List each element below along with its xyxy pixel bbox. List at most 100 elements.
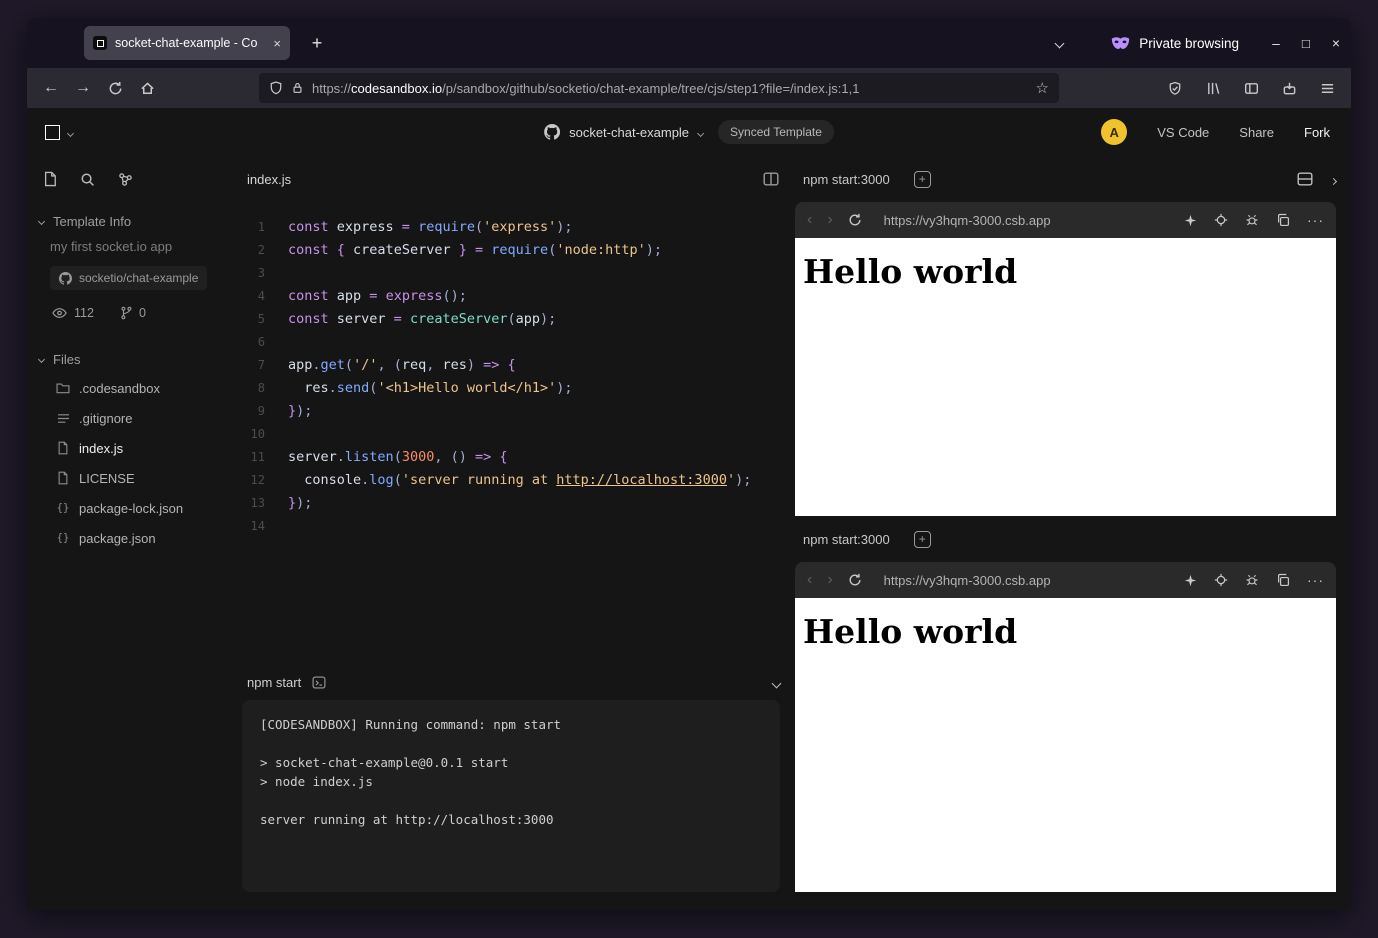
workspace-header: socket-chat-example Synced Template A VS… (27, 108, 1351, 156)
editor-tab-indexjs[interactable]: index.js (247, 172, 291, 187)
more-options-icon[interactable]: ··· (1307, 572, 1324, 588)
file-item-package[interactable]: {} package.json (27, 523, 240, 553)
home-button[interactable] (131, 74, 163, 102)
preview-content[interactable]: Hello world (795, 598, 1336, 892)
terminal-collapse-chevron-icon[interactable] (773, 675, 780, 690)
github-icon (544, 124, 560, 140)
project-name[interactable]: socket-chat-example (569, 125, 689, 140)
file-item-gitignore[interactable]: .gitignore (27, 403, 240, 433)
code-editor[interactable]: 1const express = require('express');2con… (240, 202, 795, 664)
preview-tab-label[interactable]: npm start:3000 (803, 532, 890, 547)
terminal-section: npm start [CODESANDBOX] Running command:… (242, 664, 780, 892)
url-path: /p/sandbox/github/socketio/chat-example/… (442, 81, 859, 96)
lock-icon[interactable] (291, 81, 304, 95)
list-tabs-chevron-icon[interactable] (1056, 34, 1063, 52)
maximize-button[interactable]: □ (1291, 36, 1321, 51)
code-line[interactable]: 7app.get('/', (req, res) => { (240, 354, 795, 377)
preview-reload-icon[interactable] (848, 213, 862, 227)
tracking-shield-icon[interactable] (269, 81, 283, 95)
preview-reload-icon[interactable] (848, 573, 862, 587)
code-line[interactable]: 11server.listen(3000, () => { (240, 446, 795, 469)
code-line[interactable]: 14 (240, 515, 795, 538)
file-item-codesandbox[interactable]: .codesandbox (27, 373, 240, 403)
file-name: .codesandbox (79, 381, 160, 396)
more-options-icon[interactable]: ··· (1307, 212, 1324, 228)
code-line[interactable]: 4const app = express(); (240, 285, 795, 308)
project-chevron-icon[interactable] (698, 123, 703, 141)
terminal-header[interactable]: npm start (242, 664, 780, 700)
preview-tab-label[interactable]: npm start:3000 (803, 172, 890, 187)
close-window-button[interactable]: × (1321, 36, 1351, 51)
code-line[interactable]: 1const express = require('express'); (240, 216, 795, 239)
browser-tab[interactable]: socket-chat-example - Co × (84, 26, 290, 60)
back-button[interactable]: ← (35, 74, 67, 102)
files-panel-icon[interactable] (43, 171, 57, 187)
file-item-package-lock[interactable]: {} package-lock.json (27, 493, 240, 523)
csb-menu-button[interactable] (45, 123, 73, 141)
code-line[interactable]: 10 (240, 423, 795, 446)
share-button[interactable]: Share (1239, 125, 1274, 140)
new-tab-button[interactable]: + (304, 33, 330, 54)
template-info-header[interactable]: Template Info (27, 208, 240, 235)
duplicate-icon[interactable] (1276, 213, 1290, 227)
preview-back-icon[interactable]: ‹ (807, 571, 812, 589)
inspect-sparkle-icon[interactable] (1184, 214, 1197, 227)
file-item-indexjs[interactable]: index.js (27, 433, 240, 463)
bug-icon[interactable] (1245, 573, 1259, 587)
add-task-icon[interactable]: + (914, 171, 931, 188)
crosshair-icon[interactable] (1214, 573, 1228, 587)
crosshair-icon[interactable] (1214, 213, 1228, 227)
editor-panel: index.js 1const express = require('expre… (240, 156, 795, 910)
preview-back-icon[interactable]: ‹ (807, 211, 812, 229)
add-task-icon[interactable]: + (914, 531, 931, 548)
search-icon[interactable] (80, 172, 95, 187)
bug-icon[interactable] (1245, 213, 1259, 227)
expand-panel-icon[interactable] (1331, 172, 1336, 187)
sidebar-toggle-icon[interactable] (1235, 74, 1267, 102)
library-icon[interactable] (1197, 74, 1229, 102)
workspace-chevron-icon (68, 123, 73, 141)
file-item-license[interactable]: LICENSE (27, 463, 240, 493)
protections-icon[interactable] (1159, 74, 1191, 102)
terminal-output[interactable]: [CODESANDBOX] Running command: npm start… (242, 700, 780, 892)
files-label: Files (53, 352, 80, 367)
save-page-icon[interactable] (1273, 74, 1305, 102)
code-line[interactable]: 13}); (240, 492, 795, 515)
split-editor-icon[interactable] (763, 172, 779, 186)
fork-button[interactable]: Fork (1304, 125, 1330, 140)
tab-close-icon[interactable]: × (273, 36, 281, 51)
vscode-button[interactable]: VS Code (1157, 125, 1209, 140)
codesandbox-logo (45, 125, 60, 140)
line-number: 10 (240, 423, 265, 446)
url-bar[interactable]: https://codesandbox.io/p/sandbox/github/… (259, 73, 1059, 103)
layout-icon[interactable] (1297, 172, 1313, 186)
code-line[interactable]: 12 console.log('server running at http:/… (240, 469, 795, 492)
minimize-button[interactable]: – (1261, 36, 1291, 51)
inspect-sparkle-icon[interactable] (1184, 574, 1197, 587)
code-line[interactable]: 5const server = createServer(app); (240, 308, 795, 331)
code-line[interactable]: 8 res.send('<h1>Hello world</h1>'); (240, 377, 795, 400)
hello-world-heading: Hello world (803, 252, 1336, 291)
preview-url[interactable]: https://vy3hqm-3000.csb.app (884, 573, 1051, 588)
code-line[interactable]: 2const { createServer } = require('node:… (240, 239, 795, 262)
github-repo-badge[interactable]: socketio/chat-example (50, 266, 207, 290)
preview-forward-icon[interactable]: › (827, 211, 832, 229)
preview-url[interactable]: https://vy3hqm-3000.csb.app (884, 213, 1051, 228)
line-number: 4 (240, 285, 265, 308)
menu-icon[interactable] (1311, 74, 1343, 102)
preview-forward-icon[interactable]: › (827, 571, 832, 589)
forward-button[interactable]: → (67, 74, 99, 102)
code-line[interactable]: 9}); (240, 400, 795, 423)
reload-button[interactable] (99, 74, 131, 102)
code-line[interactable]: 3 (240, 262, 795, 285)
preview-tab-row-2: npm start:3000 + (795, 516, 1336, 562)
devtools-icon[interactable] (118, 172, 133, 187)
terminal-line (260, 734, 762, 753)
terminal-line: > socket-chat-example@0.0.1 start (260, 753, 762, 772)
avatar[interactable]: A (1101, 119, 1127, 145)
bookmark-star-icon[interactable]: ☆ (1036, 79, 1049, 97)
code-line[interactable]: 6 (240, 331, 795, 354)
duplicate-icon[interactable] (1276, 573, 1290, 587)
preview-content[interactable]: Hello world (795, 238, 1336, 516)
files-header[interactable]: Files (27, 346, 240, 373)
